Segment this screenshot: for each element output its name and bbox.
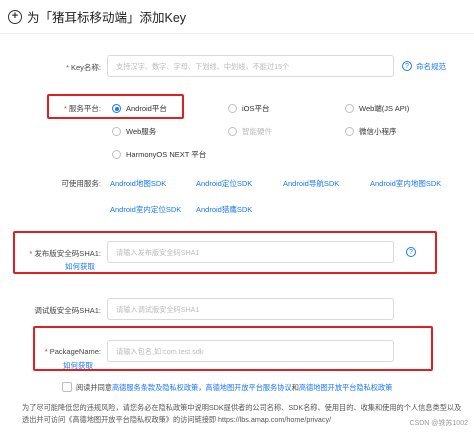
release-sha1-label: * 发布版安全码SHA1:: [29, 249, 101, 258]
radio-web-service[interactable]: Web服务: [112, 126, 156, 137]
radio-smart-hardware: 智能硬件: [228, 126, 272, 137]
radio-dot: [228, 127, 237, 136]
plus-circle-icon: +: [8, 9, 22, 24]
release-sha1-input[interactable]: [116, 247, 385, 257]
package-field[interactable]: [107, 340, 394, 362]
agreement-and: 和: [291, 383, 299, 392]
radio-dot: [112, 104, 121, 113]
key-name-label: * Key名称:: [66, 63, 101, 72]
package-label: * PackageName:: [44, 347, 101, 356]
dialog-header: + 为「猪耳标移动端」添加Key: [0, 0, 474, 34]
platform-privacy-policy-link[interactable]: 高德地图开放平台隐私权政策: [299, 383, 392, 392]
help-icon[interactable]: ?: [402, 61, 412, 71]
radio-dot: [228, 104, 237, 113]
service-android-map-sdk[interactable]: Android地图SDK: [110, 178, 166, 189]
platform-service-agreement-link[interactable]: 高德地图开放平台服务协议: [205, 383, 291, 392]
radio-dot: [345, 104, 354, 113]
package-how-link[interactable]: 如何获取: [63, 360, 93, 371]
service-android-nav-sdk[interactable]: Android导航SDK: [283, 178, 339, 189]
key-name-field[interactable]: [107, 55, 394, 77]
service-android-indoor-location-sdk[interactable]: Android室内定位SDK: [110, 204, 181, 215]
terms-privacy-link[interactable]: 高德服务条款及隐私权政策: [112, 383, 198, 392]
service-android-falcon-sdk[interactable]: Android猎鹰SDK: [196, 204, 252, 215]
debug-sha1-label: 调试版安全码SHA1:: [34, 306, 101, 315]
agree-checkbox[interactable]: [62, 382, 72, 392]
agreement-prefix: 阅读并同意: [76, 383, 112, 392]
debug-sha1-field[interactable]: [107, 298, 394, 320]
release-sha1-field[interactable]: [107, 241, 394, 263]
services-label: 可使用服务:: [61, 179, 101, 188]
agreement-text: 阅读并同意高德服务条款及隐私权政策，高德地图开放平台服务协议和高德地图开放平台隐…: [76, 383, 392, 393]
debug-sha1-input[interactable]: [116, 304, 385, 314]
radio-dot: [345, 127, 354, 136]
privacy-note: 为了尽可能降低您的违规风险，请您务必在隐私政策中说明SDK提供者的公司名称、SD…: [22, 403, 462, 424]
radio-dot: [112, 150, 121, 159]
watermark: CSDN @铁苏1002: [409, 420, 468, 427]
radio-harmonyos[interactable]: HarmonyOS NEXT 平台: [112, 149, 206, 160]
naming-rules-link[interactable]: 命名规范: [416, 61, 446, 72]
radio-ios[interactable]: iOS平台: [228, 103, 270, 114]
release-sha1-how-link[interactable]: 如何获取: [65, 261, 95, 272]
key-name-input[interactable]: [116, 61, 385, 71]
dialog-title: 为「猪耳标移动端」添加Key: [27, 11, 187, 25]
help-icon[interactable]: ?: [406, 247, 416, 257]
radio-wechat-mini[interactable]: 微信小程序: [345, 126, 397, 137]
radio-web-js-api[interactable]: Web端(JS API): [345, 103, 409, 114]
service-android-indoor-map-sdk[interactable]: Android室内地图SDK: [370, 178, 441, 189]
radio-android[interactable]: Android平台: [112, 103, 167, 114]
platform-label: * 服务平台:: [63, 104, 101, 113]
service-android-location-sdk[interactable]: Android定位SDK: [196, 178, 252, 189]
package-input[interactable]: [116, 346, 385, 356]
radio-dot: [112, 127, 121, 136]
